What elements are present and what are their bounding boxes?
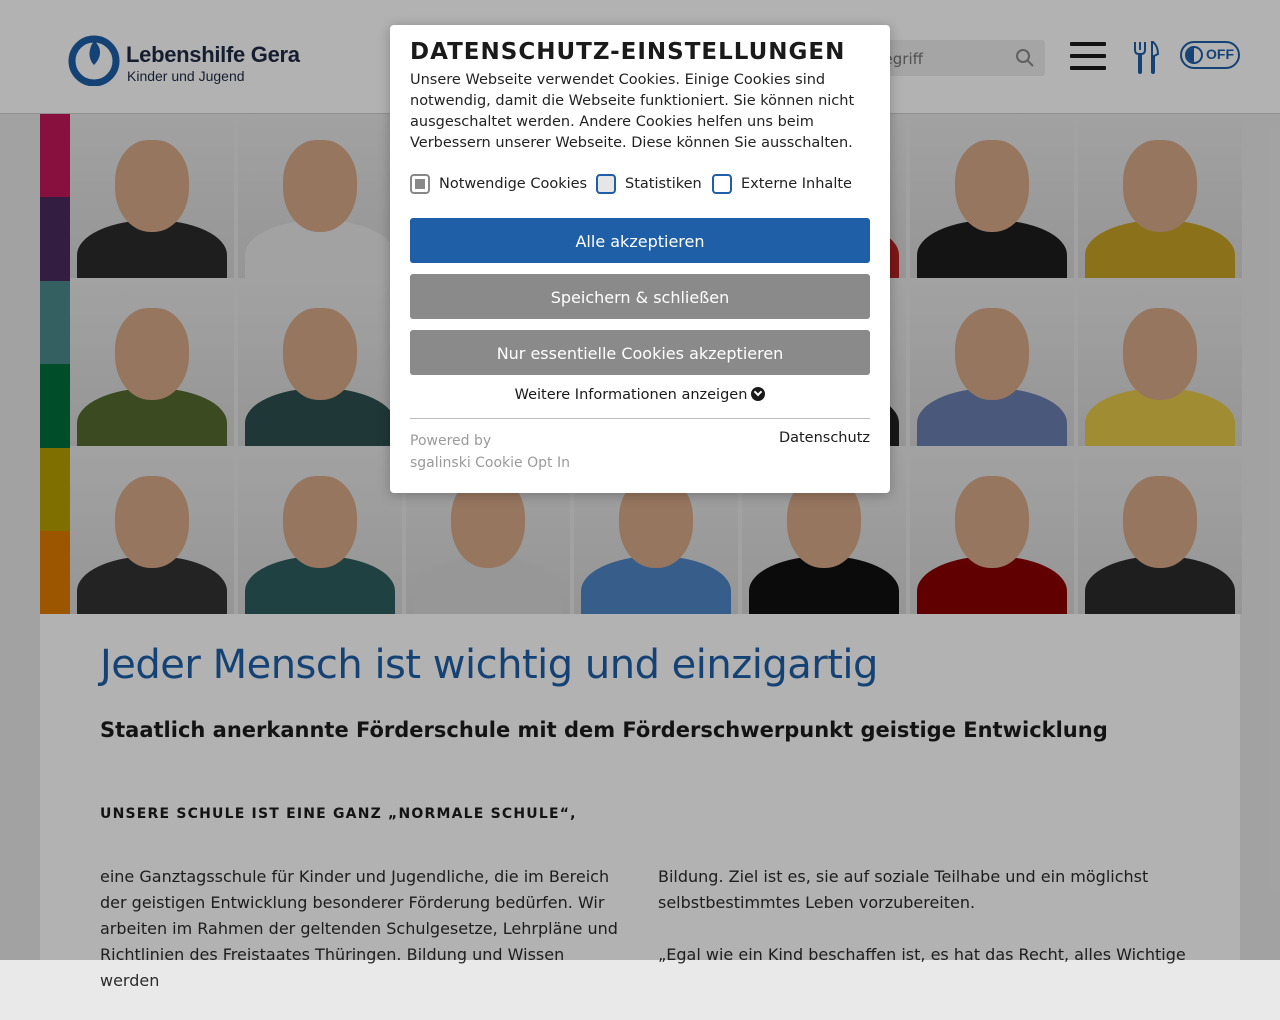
save-and-close-button[interactable]: Speichern & schließen (410, 274, 870, 319)
more-info-toggle[interactable]: Weitere Informationen anzeigen (390, 387, 890, 403)
dialog-title: DATENSCHUTZ-EINSTELLUNGEN (410, 39, 846, 65)
powered-by-label: Powered by (410, 433, 492, 449)
powered-by: Powered by sgalinski Cookie Opt In (410, 430, 570, 474)
accept-all-button[interactable]: Alle akzeptieren (410, 218, 870, 263)
powered-by-name[interactable]: sgalinski Cookie Opt In (410, 452, 570, 474)
cookie-categories: Notwendige Cookies Statistiken Externe I… (410, 174, 880, 198)
checkbox-label: Notwendige Cookies (439, 176, 588, 192)
privacy-link[interactable]: Datenschutz (779, 430, 870, 446)
checkbox-label: Externe Inhalte (741, 176, 852, 192)
checkbox-box[interactable] (712, 174, 732, 194)
checkbox-box[interactable] (410, 174, 430, 194)
cookie-consent-dialog: DATENSCHUTZ-EINSTELLUNGEN Unsere Webseit… (390, 25, 890, 493)
accept-essential-only-button[interactable]: Nur essentielle Cookies akzeptieren (410, 330, 870, 375)
divider (410, 418, 870, 419)
checkbox-label: Statistiken (625, 176, 702, 192)
checkbox-box[interactable] (596, 174, 616, 194)
more-info-label: Weitere Informationen anzeigen (514, 387, 748, 403)
chevron-down-icon (751, 387, 766, 401)
dialog-description: Unsere Webseite verwendet Cookies. Einig… (410, 72, 855, 151)
